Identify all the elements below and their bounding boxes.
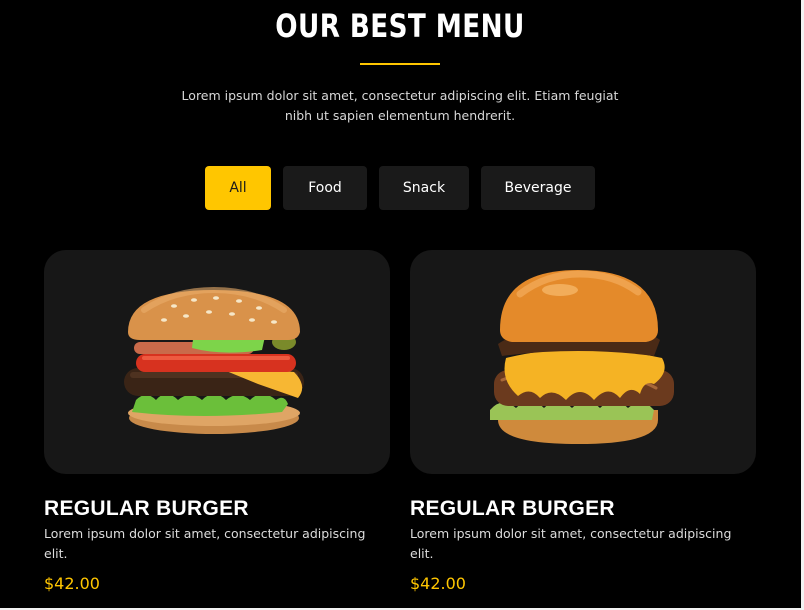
card-title: REGULAR BURGER xyxy=(44,497,249,520)
section-title: OUR BEST MENU xyxy=(275,7,525,45)
card-description: Lorem ipsum dolor sit amet, consectetur … xyxy=(410,526,732,561)
card-image[interactable] xyxy=(44,250,390,474)
filter-food-button[interactable]: Food xyxy=(283,166,367,210)
card-title: REGULAR BURGER xyxy=(410,497,615,520)
card-price: $42.00 xyxy=(410,574,466,593)
filter-all-button[interactable]: All xyxy=(205,166,271,210)
filter-beverage-button[interactable]: Beverage xyxy=(481,166,595,210)
title-underline xyxy=(360,63,440,65)
classic-burger-image xyxy=(124,286,304,434)
cheese-burger-image xyxy=(490,270,674,444)
card-description: Lorem ipsum dolor sit amet, consectetur … xyxy=(44,526,366,561)
filter-snack-button[interactable]: Snack xyxy=(379,166,469,210)
card-price: $42.00 xyxy=(44,574,100,593)
section-intro: Lorem ipsum dolor sit amet, consectetur … xyxy=(181,88,619,123)
card-image[interactable] xyxy=(410,250,756,474)
menu-card[interactable]: REGULAR BURGER Lorem ipsum dolor sit ame… xyxy=(410,250,756,594)
filter-tabs: All Food Snack Beverage xyxy=(205,166,595,210)
menu-card[interactable]: REGULAR BURGER Lorem ipsum dolor sit ame… xyxy=(44,250,390,594)
